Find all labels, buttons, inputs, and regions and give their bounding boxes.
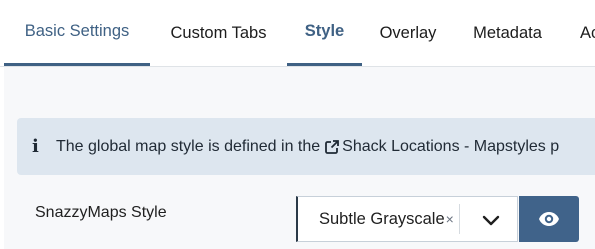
tab-custom-tabs[interactable]: Custom Tabs [150,0,287,66]
tab-truncated[interactable]: Ac [561,0,595,66]
selected-value: Subtle Grayscale [319,209,445,228]
select-divider [459,204,460,234]
tab-bar: Basic Settings Custom Tabs Style Overlay… [0,0,595,67]
chevron-down-icon[interactable] [480,210,502,230]
tab-basic-settings[interactable]: Basic Settings [4,0,150,66]
content-edge [0,67,4,249]
tab-metadata[interactable]: Metadata [454,0,561,66]
preview-style-button[interactable] [519,196,579,242]
mapstyles-link[interactable]: Shack Locations - Mapstyles p [342,138,559,156]
clear-icon[interactable]: × [446,211,454,227]
tab-style[interactable]: Style [287,0,362,66]
snazzymaps-style-select[interactable]: Subtle Grayscale × [296,196,518,242]
eye-icon [539,212,559,226]
snazzymaps-style-label: SnazzyMaps Style [35,204,167,221]
external-link-icon [325,139,340,154]
info-alert: i The global map style is defined in the… [17,118,595,175]
info-icon: i [32,136,39,157]
tab-overlay[interactable]: Overlay [362,0,454,66]
alert-text: The global map style is defined in the [56,137,321,155]
